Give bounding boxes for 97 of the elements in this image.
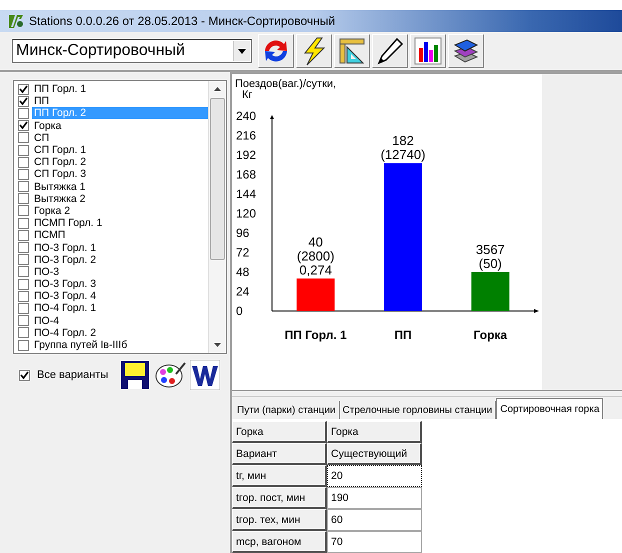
input-cell[interactable]: 70 <box>327 531 422 553</box>
variant-item[interactable]: ПО-3 Горл. 2 <box>32 254 208 266</box>
y-tick-label: 0 <box>236 304 243 318</box>
checkbox[interactable] <box>18 340 29 351</box>
value-label: (12740) <box>380 147 426 162</box>
input-cell[interactable]: 20 <box>327 465 422 487</box>
variant-item[interactable]: ПО-3 Горл. 1 <box>32 242 208 254</box>
row-header-cell: Вариант <box>232 443 327 465</box>
input-cell[interactable]: 190 <box>327 487 422 509</box>
variant-item[interactable]: ПСМП <box>32 229 208 242</box>
ruler-triangle-icon <box>337 36 367 66</box>
variant-item[interactable]: ПО-4 Горл. 2 <box>32 326 208 339</box>
pencil-button[interactable] <box>372 34 408 68</box>
checkbox[interactable] <box>18 144 29 156</box>
value-label: 3567 <box>476 242 505 257</box>
refresh-button[interactable] <box>258 34 294 68</box>
variant-item[interactable]: ПО-3 <box>32 266 208 278</box>
y-tick-label: 72 <box>236 246 250 260</box>
splitter-bar[interactable] <box>232 390 622 398</box>
y-tick-label: 192 <box>236 148 256 162</box>
checkbox[interactable] <box>18 230 29 241</box>
variant-item[interactable]: Группа путей Iв-IIIб <box>32 339 208 352</box>
checkbox[interactable] <box>18 327 29 338</box>
category-label: ПП Горл. 1 <box>284 328 347 342</box>
checkbox[interactable] <box>18 218 29 229</box>
lightning-button[interactable] <box>296 34 332 68</box>
axis-unit: Кг <box>242 89 252 101</box>
checkbox[interactable] <box>18 290 29 302</box>
checkbox[interactable] <box>18 132 29 144</box>
bar-chart-icon <box>413 36 443 66</box>
variant-item[interactable]: Горка 2 <box>32 204 208 217</box>
y-tick-label: 96 <box>236 226 250 240</box>
checkbox[interactable] <box>18 96 29 107</box>
tab[interactable]: Сортировочная горка <box>496 398 604 419</box>
station-dropdown[interactable]: Минск-Сортировочный <box>12 39 252 63</box>
value-label: (2800) <box>296 248 334 264</box>
table-cell: Существующий <box>327 443 422 465</box>
app-logo-icon <box>8 13 24 29</box>
y-tick-label: 144 <box>236 187 256 201</box>
dropdown-arrow-icon <box>238 48 246 54</box>
value-label: 182 <box>392 133 414 148</box>
variant-item[interactable]: Вытяжка 1 <box>32 180 208 193</box>
y-tick-label: 168 <box>236 168 256 182</box>
variant-item[interactable]: ПП <box>32 95 208 108</box>
checkbox[interactable] <box>18 156 29 168</box>
checkbox[interactable] <box>18 205 29 216</box>
variant-item[interactable]: ПО-4 Горл. 1 <box>32 302 208 314</box>
checkbox[interactable] <box>18 302 29 314</box>
category-label: Горка <box>474 328 508 342</box>
variant-item[interactable]: СП Горл. 2 <box>32 156 208 168</box>
input-cell[interactable]: 60 <box>327 509 422 531</box>
window-title: Stations 0.0.0.26 от 28.05.2013 - Минск-Сортировочный <box>29 14 336 28</box>
y-tick-label: 120 <box>236 206 256 220</box>
checkbox[interactable] <box>18 120 29 132</box>
axis-title: Поездов(ваг.)/сутки, <box>235 78 336 90</box>
checkbox[interactable] <box>18 108 29 119</box>
pencil-icon <box>375 36 405 66</box>
y-tick-label: 48 <box>236 265 250 279</box>
checkbox-label: Все варианты <box>37 369 108 381</box>
chart-button[interactable] <box>410 34 446 68</box>
y-tick-label: 24 <box>236 284 250 298</box>
checkbox[interactable] <box>18 278 29 290</box>
variant-item[interactable]: СП <box>32 132 208 144</box>
table-cell: Горка <box>327 421 422 443</box>
category-label: ПП <box>394 328 412 342</box>
variant-item[interactable]: ПО-3 Горл. 4 <box>32 290 208 302</box>
checkbox[interactable] <box>18 242 29 254</box>
variant-item[interactable]: ПО-3 Горл. 3 <box>32 278 208 290</box>
variant-item[interactable]: ПП Горл. 1 <box>32 83 208 96</box>
row-header-cell: Горка <box>232 421 327 443</box>
variant-item[interactable]: Горка <box>32 120 208 132</box>
row-header-cell: tгор. пост, мин <box>232 487 327 509</box>
variant-item[interactable]: СП Горл. 1 <box>32 144 208 156</box>
y-tick-label: 216 <box>236 128 256 142</box>
row-header-cell: mср, вагоном <box>232 531 327 553</box>
row-header-cell: tгор. тех, мин <box>232 509 327 531</box>
variant-item[interactable]: ПСМП Горл. 1 <box>32 217 208 230</box>
checkbox[interactable] <box>18 254 29 266</box>
checkbox[interactable] <box>18 193 29 204</box>
value-label: (50) <box>478 256 502 271</box>
checkbox[interactable] <box>18 84 29 95</box>
value-label: 40 <box>308 234 323 250</box>
variant-item[interactable]: Вытяжка 2 <box>32 192 208 205</box>
word-icon[interactable] <box>190 360 220 390</box>
scrollbar[interactable] <box>208 81 226 353</box>
variant-item[interactable]: ПО-4 <box>32 314 208 327</box>
checkbox[interactable] <box>18 266 29 278</box>
y-tick-label: 240 <box>236 109 256 123</box>
drafting-tools-button[interactable] <box>334 34 370 68</box>
palette-icon[interactable] <box>154 360 186 390</box>
checkbox[interactable] <box>18 181 29 192</box>
value-label: 0,274 <box>299 262 332 278</box>
row-header-cell: tг, мин <box>232 465 327 487</box>
checkbox[interactable] <box>19 370 30 380</box>
checkbox[interactable] <box>18 315 29 326</box>
variant-item[interactable]: СП Горл. 3 <box>32 168 208 180</box>
checkbox[interactable] <box>18 168 29 180</box>
